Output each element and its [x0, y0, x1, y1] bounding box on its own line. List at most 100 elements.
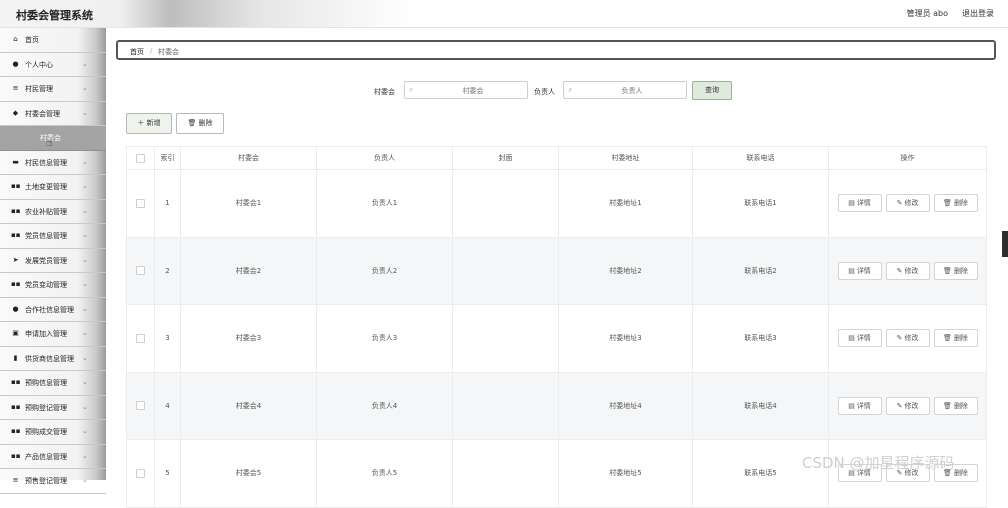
cell-cover	[452, 169, 559, 238]
sidebar-item[interactable]: ▬ 村民信息管理 ⌄	[0, 151, 106, 175]
briefcase-icon: ▣	[12, 329, 19, 337]
detail-button-label: 详情	[856, 334, 871, 343]
query-button[interactable]: 查询	[692, 81, 732, 100]
sidebar-item[interactable]: ▮ 供货商信息管理 ⌄	[0, 347, 106, 371]
cell-cover	[452, 371, 559, 440]
col-header-actions: 操作	[828, 146, 987, 170]
sidebar-item[interactable]: ▪▪ 预购信息管理 ⌄	[0, 371, 106, 396]
grid-icon: ▪▪	[11, 206, 21, 215]
row-select-cell[interactable]	[126, 169, 155, 238]
row-checkbox[interactable]	[136, 198, 145, 208]
row-select-cell[interactable]	[126, 236, 155, 305]
sidebar-item-label: 土地变更管理	[25, 183, 67, 191]
sidebar-item[interactable]: ◆ 村委会管理 ⌄	[0, 102, 106, 126]
sidebar-item[interactable]: ▪▪ 土地变更管理 ⌄	[0, 175, 106, 200]
sidebar-item[interactable]: ≡ 预售登记管理 ⌄	[0, 469, 106, 494]
breadcrumb-separator: /	[150, 47, 153, 55]
watermark: CSDN @加星程序源码	[802, 454, 955, 472]
village-search-field[interactable]: ⌕	[404, 81, 528, 99]
col-header-address: 村委地址	[558, 146, 693, 170]
sidebar-item[interactable]: ● 个人中心 ⌄	[0, 53, 106, 77]
sidebar-item[interactable]: ▪▪ 党员信息管理 ⌄	[0, 224, 106, 249]
leader-search-input[interactable]	[578, 84, 686, 98]
logout-link[interactable]: 退出登录	[962, 8, 994, 19]
breadcrumb-home[interactable]: 首页	[130, 47, 144, 57]
row-checkbox[interactable]	[136, 266, 145, 276]
admin-username: 管理员 abo	[906, 9, 948, 18]
delete-button[interactable]: 🗑 删除	[933, 194, 978, 213]
row-select-cell[interactable]	[126, 304, 155, 373]
chevron-down-icon: ⌄	[82, 476, 88, 484]
sidebar-menu: ⌂ 首页 ● 个人中心 ⌄ ≡ 村民管理 ⌄ ◆ 村委会管理 ⌄ 村委会 ☝ ▬ 村民信息管理 ⌄ ▪▪ 土地变更…	[0, 28, 106, 494]
cell-actions: ▤ 详情 ✎ 修改 🗑 删除	[828, 304, 987, 373]
row-select-cell[interactable]	[126, 371, 155, 440]
user-icon: ●	[12, 304, 19, 313]
sidebar-item[interactable]: ▪▪ 农业补贴管理 ⌄	[0, 200, 106, 224]
grid-icon: ▪▪	[11, 451, 21, 460]
edit-button-label: 修改	[904, 401, 919, 410]
edit-button[interactable]: ✎ 修改	[885, 396, 930, 415]
chevron-down-icon: ⌄	[82, 231, 88, 239]
edit-button-label: 修改	[904, 266, 919, 275]
trash-icon: ▮	[13, 353, 18, 362]
add-button[interactable]: ＋ 新增	[126, 113, 172, 134]
pencil-icon: ✎	[896, 266, 903, 275]
sidebar-item[interactable]: ➤ 发展党员管理 ⌄	[0, 249, 106, 273]
select-all-cell[interactable]	[126, 146, 155, 170]
grid-icon: ▪▪	[11, 231, 21, 239]
detail-button[interactable]: ▤ 详情	[837, 194, 882, 213]
sidebar-item[interactable]: ▪▪ 预购登记管理 ⌄	[0, 396, 106, 420]
sidebar-item-label: 农业补贴管理	[25, 207, 67, 216]
edit-button[interactable]: ✎ 修改	[885, 329, 930, 348]
cell-leader: 负责人2	[316, 236, 453, 305]
chevron-down-icon: ⌄	[82, 427, 88, 435]
sidebar-item[interactable]: ≡ 村民管理 ⌄	[0, 77, 106, 102]
chevron-down-icon: ⌄	[82, 402, 88, 411]
row-checkbox[interactable]	[136, 333, 145, 343]
sidebar-item[interactable]: ● 合作社信息管理 ⌄	[0, 298, 106, 322]
sidebar-item[interactable]: ▪▪ 产品信息管理 ⌄	[0, 445, 106, 469]
edit-button[interactable]: ✎ 修改	[885, 194, 930, 213]
edit-button[interactable]: ✎ 修改	[885, 261, 930, 280]
cell-phone: 联系电话1	[692, 169, 829, 238]
sidebar-item[interactable]: ⌂ 首页	[0, 28, 106, 53]
right-edge-tab[interactable]	[1002, 231, 1008, 257]
delete-button[interactable]: 🗑 删除	[933, 396, 978, 415]
table-row: 4 村委会4 负责人4 村委地址4 联系电话4 ▤ 详情 ✎ 修改 🗑 删除	[126, 371, 987, 440]
col-header-index: 索引	[154, 146, 181, 170]
cell-actions: ▤ 详情 ✎ 修改 🗑 删除	[828, 371, 987, 440]
sidebar-item[interactable]: ▣ 申请加入管理 ⌄	[0, 322, 106, 347]
detail-button[interactable]: ▤ 详情	[837, 261, 882, 280]
col-header-leader: 负责人	[316, 146, 453, 170]
chevron-down-icon: ⌄	[82, 451, 88, 460]
row-checkbox[interactable]	[136, 401, 145, 411]
sidebar-item[interactable]: ▪▪ 预购成交管理 ⌄	[0, 420, 106, 445]
delete-button-label: 删除	[953, 334, 968, 343]
leader-search-field[interactable]: ⌕	[563, 81, 687, 99]
sidebar-item[interactable]: 村委会 ☝	[0, 126, 106, 151]
delete-button[interactable]: 🗑 删除	[933, 329, 978, 348]
cell-actions: ▤ 详情 ✎ 修改 🗑 删除	[828, 236, 987, 305]
search-label-leader: 负责人	[534, 88, 555, 96]
row-select-cell[interactable]	[126, 439, 155, 508]
detail-button[interactable]: ▤ 详情	[837, 329, 882, 348]
row-checkbox[interactable]	[136, 468, 145, 478]
home-icon: ⌂	[13, 35, 18, 43]
delete-button[interactable]: 🗑 删除	[933, 261, 978, 280]
sidebar-item-label: 申请加入管理	[25, 330, 67, 338]
chevron-down-icon: ⌄	[82, 329, 88, 337]
select-all-checkbox[interactable]	[136, 153, 145, 163]
batch-delete-button[interactable]: 🗑 删除	[176, 113, 224, 134]
sidebar-item-label: 预购成交管理	[25, 428, 67, 436]
sidebar-item[interactable]: ▪▪ 党员变动管理 ⌄	[0, 273, 106, 298]
breadcrumb-current: 村委会	[158, 48, 179, 56]
detail-button[interactable]: ▤ 详情	[837, 396, 882, 415]
cell-phone: 联系电话2	[692, 236, 829, 305]
table-row: 1 村委会1 负责人1 村委地址1 联系电话1 ▤ 详情 ✎ 修改 🗑 删除	[126, 169, 987, 238]
cell-village: 村委会5	[180, 439, 317, 508]
grid-icon: ▪▪	[11, 182, 21, 190]
detail-button-label: 详情	[856, 401, 871, 410]
village-search-input[interactable]	[419, 84, 527, 98]
chevron-down-icon: ⌄	[82, 378, 88, 386]
document-icon: ▤	[848, 266, 855, 275]
